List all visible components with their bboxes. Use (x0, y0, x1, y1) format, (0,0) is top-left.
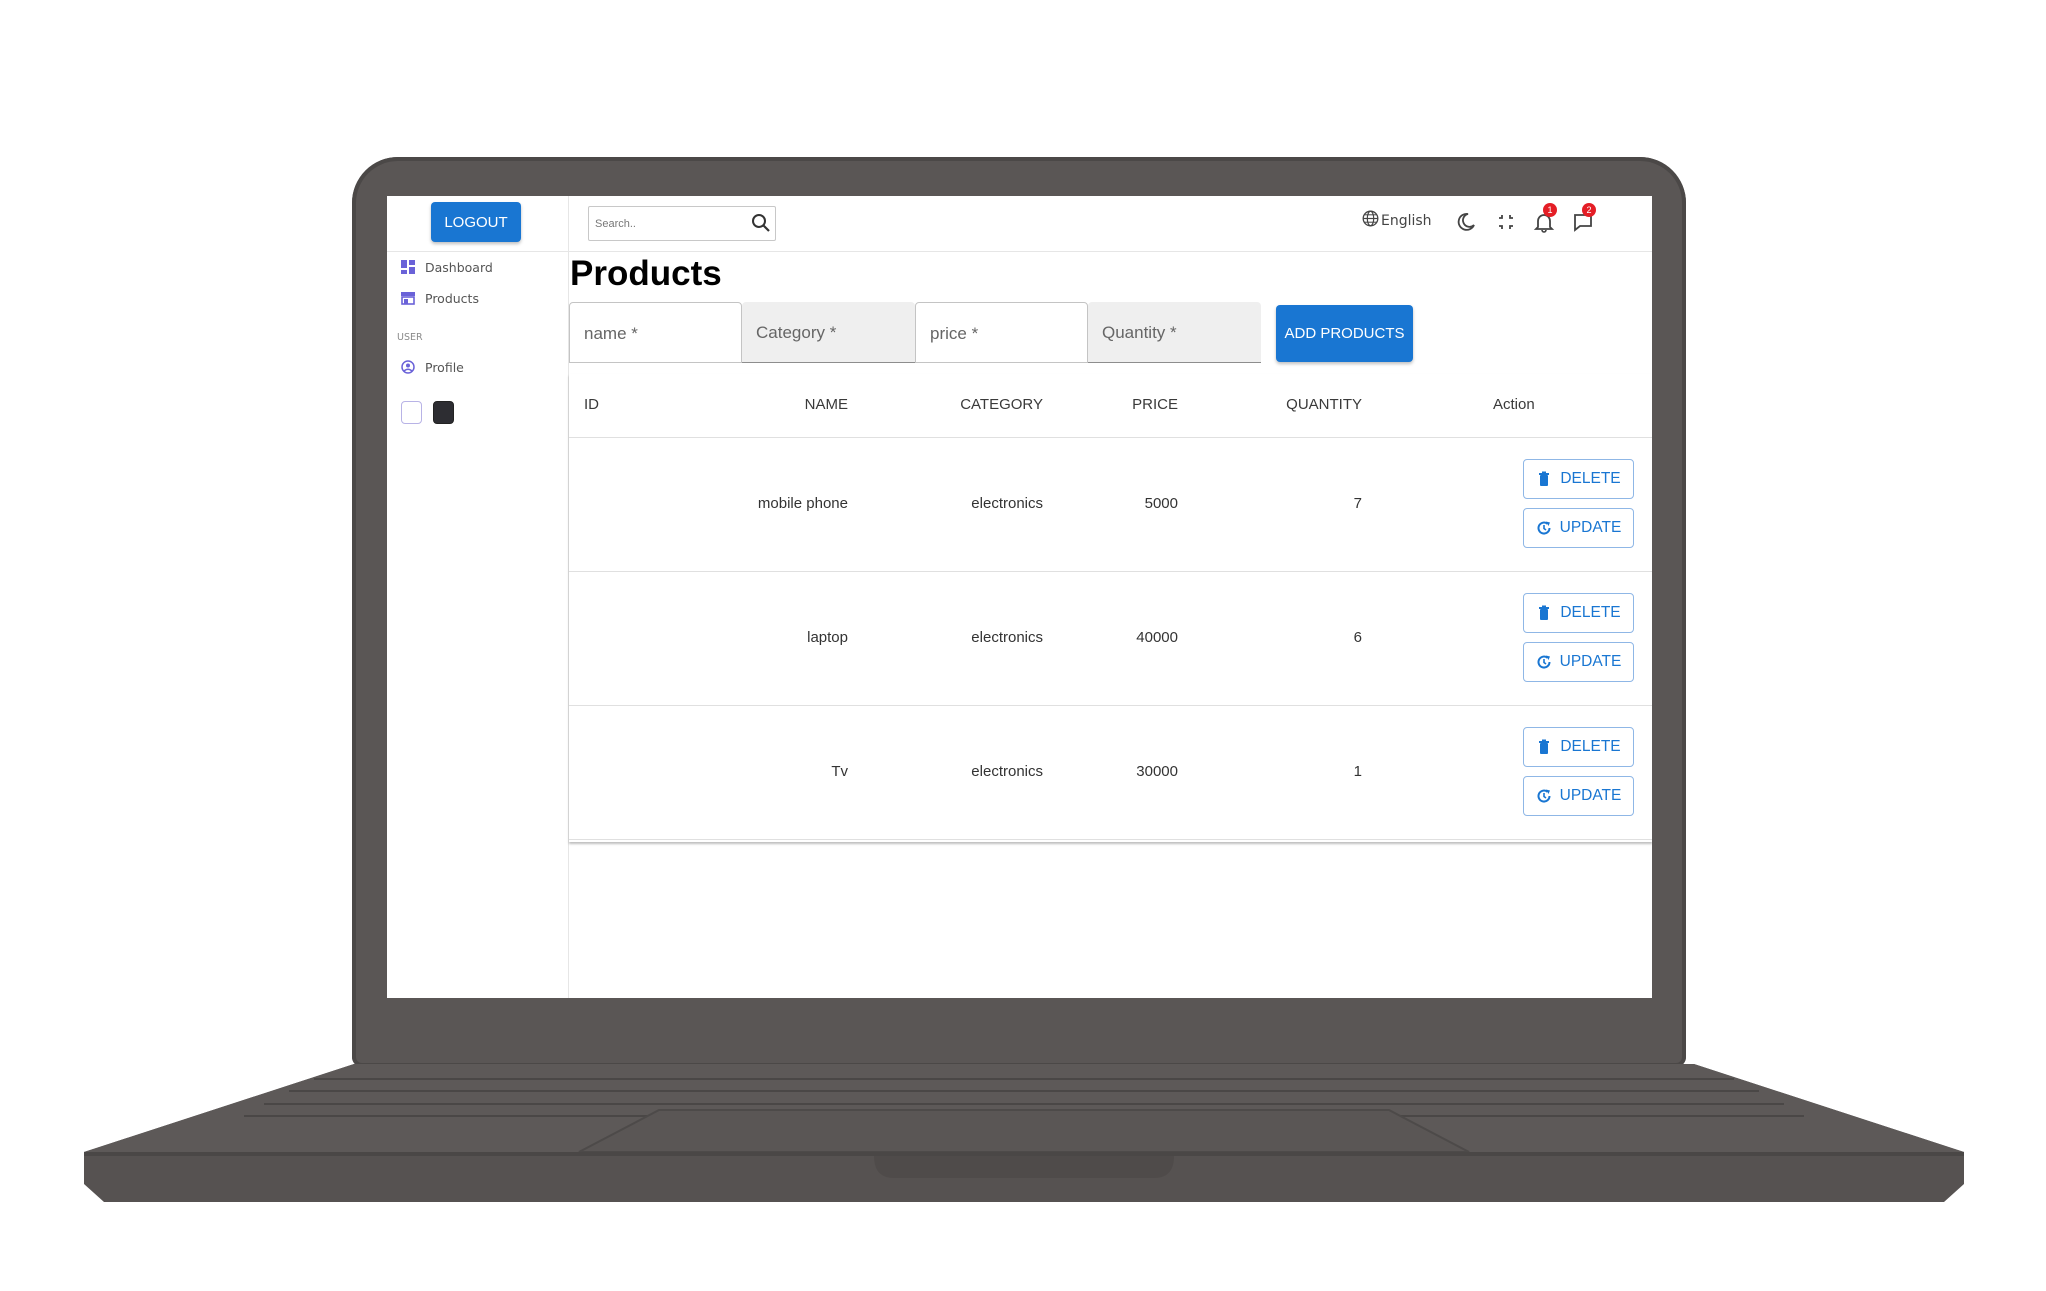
cell-price: 30000 (1136, 763, 1178, 780)
language-label: English (1381, 212, 1432, 229)
column-header-action: Action (1493, 396, 1535, 413)
trash-icon (1536, 471, 1552, 487)
notifications-badge: 1 (1543, 203, 1557, 217)
update-icon (1536, 654, 1552, 670)
dark-mode-icon[interactable] (1455, 211, 1477, 233)
app-screen: LOGOUT Dashboard Products USER Profile S… (387, 196, 1652, 998)
cell-category: electronics (971, 763, 1043, 780)
chat-icon[interactable]: 2 (1572, 203, 1596, 233)
section-label-user: USER (397, 332, 423, 343)
sidebar-item-label: Profile (425, 359, 464, 375)
notifications-icon[interactable]: 1 (1533, 203, 1557, 233)
update-button[interactable]: UPDATE (1523, 776, 1634, 816)
cell-price: 40000 (1136, 629, 1178, 646)
update-button[interactable]: UPDATE (1523, 508, 1634, 548)
search-input[interactable] (593, 211, 737, 237)
cell-quantity: 6 (1353, 629, 1362, 646)
account-circle-icon (401, 360, 415, 374)
cell-price: 5000 (1144, 495, 1178, 512)
price-field (915, 302, 1088, 363)
top-bar: English 1 2 (569, 196, 1652, 252)
search-box (588, 206, 776, 241)
update-label: UPDATE (1559, 519, 1622, 536)
category-field (742, 302, 915, 363)
table-row: Tv electronics 30000 1 DELETE UPDATE (569, 705, 1652, 840)
top-right-controls: English 1 2 (1362, 203, 1622, 236)
main-content: Products ADD PRODUCTS ID NAME CATEGORY P… (569, 252, 1652, 998)
update-button[interactable]: UPDATE (1523, 642, 1634, 682)
column-header-category: CATEGORY (960, 396, 1043, 413)
sidebar-item-profile[interactable]: Profile (401, 356, 464, 378)
name-field (569, 302, 742, 363)
update-icon (1536, 788, 1552, 804)
delete-label: DELETE (1560, 738, 1621, 755)
globe-icon (1362, 210, 1379, 231)
cell-name: laptop (807, 629, 848, 646)
update-label: UPDATE (1559, 653, 1622, 670)
sidebar-item-products[interactable]: Products (401, 287, 479, 309)
sidebar-item-label: Products (425, 290, 479, 306)
cell-category: electronics (971, 495, 1043, 512)
store-icon (401, 291, 415, 305)
delete-label: DELETE (1560, 604, 1621, 621)
cell-quantity: 1 (1353, 763, 1362, 780)
column-header-quantity: QUANTITY (1286, 396, 1362, 413)
search-icon[interactable] (751, 213, 771, 233)
language-selector[interactable]: English (1362, 210, 1432, 231)
quantity-input[interactable] (1100, 320, 1254, 346)
page-title: Products (570, 254, 722, 293)
sidebar-divider (387, 251, 568, 252)
delete-button[interactable]: DELETE (1523, 459, 1634, 499)
delete-button[interactable]: DELETE (1523, 593, 1634, 633)
messages-badge: 2 (1582, 203, 1596, 217)
cell-name: mobile phone (757, 495, 848, 512)
column-header-name: NAME (804, 396, 848, 413)
price-input[interactable] (928, 321, 1082, 347)
column-header-id: ID (584, 396, 599, 413)
fullscreen-exit-icon[interactable] (1495, 211, 1517, 233)
delete-label: DELETE (1560, 470, 1621, 487)
table-row: laptop electronics 40000 6 DELETE UPDATE (569, 571, 1652, 706)
update-icon (1536, 520, 1552, 536)
laptop-base (84, 1064, 1964, 1204)
quantity-field (1088, 302, 1261, 363)
trash-icon (1536, 739, 1552, 755)
sidebar: LOGOUT Dashboard Products USER Profile (387, 196, 569, 998)
sidebar-item-dashboard[interactable]: Dashboard (401, 256, 493, 278)
add-products-button[interactable]: ADD PRODUCTS (1276, 305, 1413, 362)
column-header-price: PRICE (1132, 396, 1178, 413)
logout-button[interactable]: LOGOUT (431, 202, 521, 242)
cell-name: Tv (831, 763, 848, 780)
category-input[interactable] (754, 320, 908, 346)
delete-button[interactable]: DELETE (1523, 727, 1634, 767)
table-row: mobile phone electronics 5000 7 DELETE U… (569, 437, 1652, 572)
cell-category: electronics (971, 629, 1043, 646)
update-label: UPDATE (1559, 787, 1622, 804)
dashboard-icon (401, 260, 415, 274)
trash-icon (1536, 605, 1552, 621)
cell-quantity: 7 (1353, 495, 1362, 512)
light-theme-swatch[interactable] (401, 401, 422, 424)
name-input[interactable] (582, 321, 736, 347)
dark-theme-swatch[interactable] (433, 401, 454, 424)
products-table: ID NAME CATEGORY PRICE QUANTITY Action m… (569, 374, 1652, 842)
sidebar-item-label: Dashboard (425, 259, 493, 275)
table-header: ID NAME CATEGORY PRICE QUANTITY Action (569, 374, 1652, 438)
